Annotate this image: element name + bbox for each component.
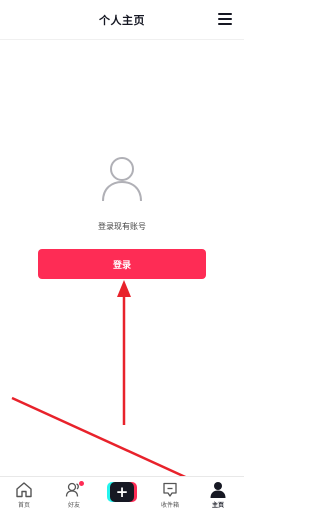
tab-home-label: 首页 — [17, 502, 30, 509]
notification-badge-dot — [79, 481, 84, 486]
header-bar: 个人主页 — [0, 0, 244, 40]
home-icon — [16, 482, 32, 498]
inbox-icon — [163, 482, 177, 497]
tab-profile-label: 主页 — [211, 502, 224, 509]
tab-inbox-label: 收件箱 — [160, 502, 179, 509]
user-outline-icon — [102, 157, 142, 202]
tab-profile[interactable]: 主页 — [198, 481, 238, 513]
create-post-button[interactable]: + — [107, 482, 137, 502]
friends-icon — [65, 481, 84, 498]
profile-icon — [210, 482, 226, 498]
hamburger-menu-icon[interactable] — [218, 13, 232, 25]
plus-icon: + — [110, 482, 134, 502]
tab-friends[interactable]: 好友 — [54, 481, 94, 513]
page-title: 个人主页 — [99, 13, 145, 27]
login-prompt-text: 登录现有账号 — [98, 222, 146, 231]
tab-home[interactable]: 首页 — [4, 481, 44, 513]
arrow-head-login — [117, 280, 131, 297]
tab-inbox[interactable]: 收件箱 — [150, 481, 190, 513]
login-button[interactable]: 登录 — [38, 249, 206, 279]
tab-friends-label: 好友 — [67, 502, 80, 509]
arrow-to-profile-tab — [11, 396, 206, 488]
